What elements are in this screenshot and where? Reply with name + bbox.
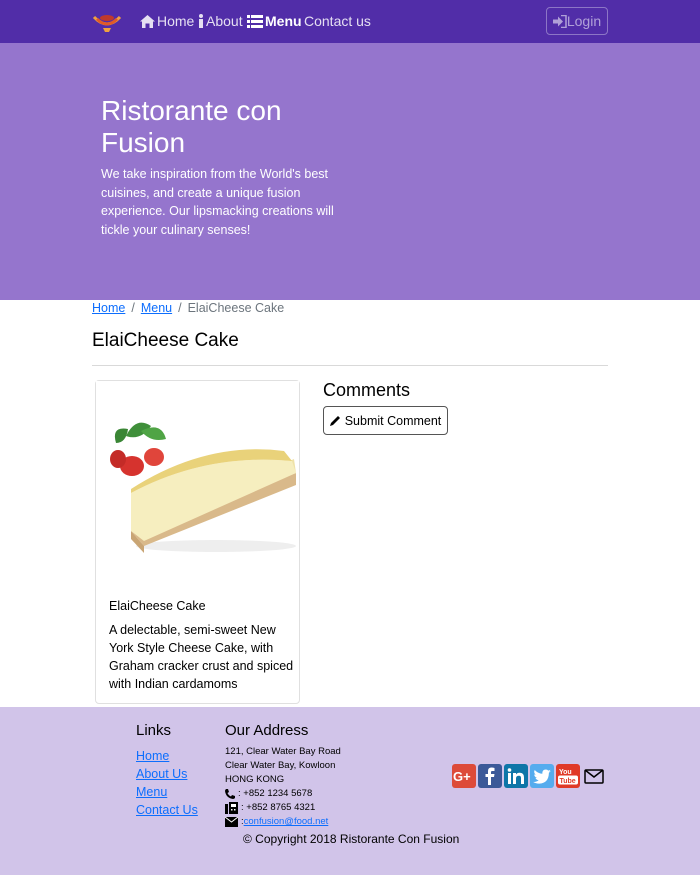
- address-line: HONG KONG: [225, 774, 285, 785]
- google-plus-icon[interactable]: G+: [452, 764, 476, 788]
- svg-text:Tube: Tube: [560, 778, 576, 785]
- fax-row: : +852 8765 4321: [225, 801, 341, 815]
- email-link[interactable]: confusion@food.net: [244, 815, 329, 829]
- breadcrumb-home[interactable]: Home: [92, 301, 125, 315]
- restaurant-tagline: We take inspiration from the World's bes…: [101, 167, 334, 237]
- breadcrumb: Home / Menu / ElaiCheese Cake: [92, 301, 284, 315]
- breadcrumb-separator: /: [131, 301, 135, 315]
- address-line: 121, Clear Water Bay Road: [225, 746, 341, 757]
- dish-description: A delectable, semi-sweet New York Style …: [109, 623, 294, 691]
- fax-number: : +852 8765 4321: [241, 802, 316, 813]
- home-icon: [140, 14, 155, 28]
- nav-menu-label: Menu: [265, 13, 302, 29]
- linkedin-icon[interactable]: [504, 764, 528, 788]
- login-label: Login: [566, 13, 602, 29]
- footer: Links Home About Us Menu Contact Us Our …: [0, 707, 700, 875]
- phone-row: : +852 1234 5678: [225, 787, 341, 801]
- youtube-icon[interactable]: You Tube: [556, 764, 580, 788]
- footer-link-home[interactable]: Home: [136, 749, 169, 763]
- nav-contact-label: Contact us: [304, 13, 371, 29]
- phone-icon: [225, 789, 235, 799]
- svg-text:You: You: [559, 769, 572, 776]
- social-links: G+ You Tube: [452, 764, 608, 788]
- restaurant-title: Ristorante con Fusion: [101, 95, 282, 158]
- cheesecake-image: [96, 381, 299, 581]
- nav-menu[interactable]: Menu: [247, 13, 302, 29]
- address-line: Clear Water Bay, Kowloon: [225, 760, 336, 771]
- divider: [92, 365, 608, 366]
- comments-heading: Comments: [323, 380, 411, 400]
- email-row: : confusion@food.net: [225, 815, 341, 829]
- info-icon: [199, 14, 203, 28]
- list-icon: [247, 14, 263, 28]
- copyright: © Copyright 2018 Ristorante Con Fusion: [243, 832, 460, 846]
- footer-address-title: Our Address: [225, 722, 309, 739]
- footer-link-menu[interactable]: Menu: [136, 785, 167, 799]
- footer-link-about[interactable]: About Us: [136, 767, 187, 781]
- phone-number: : +852 1234 5678: [238, 788, 313, 799]
- footer-links-title: Links: [136, 722, 172, 739]
- mail-icon[interactable]: [582, 764, 606, 788]
- nav-about-label: About: [206, 13, 243, 29]
- pencil-icon: [329, 416, 340, 426]
- dish-name: ElaiCheese Cake: [109, 599, 206, 613]
- submit-comment-label: Submit Comment: [344, 413, 442, 428]
- submit-comment-button[interactable]: Submit Comment: [323, 406, 448, 435]
- breadcrumb-current: ElaiCheese Cake: [187, 301, 285, 315]
- nav-contact[interactable]: Contact us: [304, 13, 371, 29]
- fax-icon: [225, 802, 238, 814]
- footer-address: 121, Clear Water Bay Road Clear Water Ba…: [225, 745, 341, 829]
- navbar: Home About Menu Contact us Login: [0, 0, 700, 43]
- footer-link-contact[interactable]: Contact Us: [136, 803, 198, 817]
- nav-about[interactable]: About: [198, 13, 243, 29]
- dish-card: ElaiCheese Cake A delectable, semi-sweet…: [95, 380, 300, 704]
- envelope-icon: [225, 817, 238, 827]
- nav-home-label: Home: [157, 13, 195, 29]
- jumbotron: Ristorante con Fusion We take inspiratio…: [0, 43, 700, 300]
- brand-logo[interactable]: [91, 9, 123, 33]
- breadcrumb-separator: /: [178, 301, 182, 315]
- breadcrumb-menu[interactable]: Menu: [141, 301, 172, 315]
- nav-home[interactable]: Home: [140, 13, 194, 29]
- sign-in-icon: [552, 14, 567, 28]
- svg-text:G+: G+: [453, 769, 471, 783]
- page-title: ElaiCheese Cake: [92, 330, 239, 351]
- login-button[interactable]: Login: [546, 7, 608, 35]
- facebook-icon[interactable]: [478, 764, 502, 788]
- twitter-icon[interactable]: [530, 764, 554, 788]
- footer-links: Home About Us Menu Contact Us: [136, 747, 198, 819]
